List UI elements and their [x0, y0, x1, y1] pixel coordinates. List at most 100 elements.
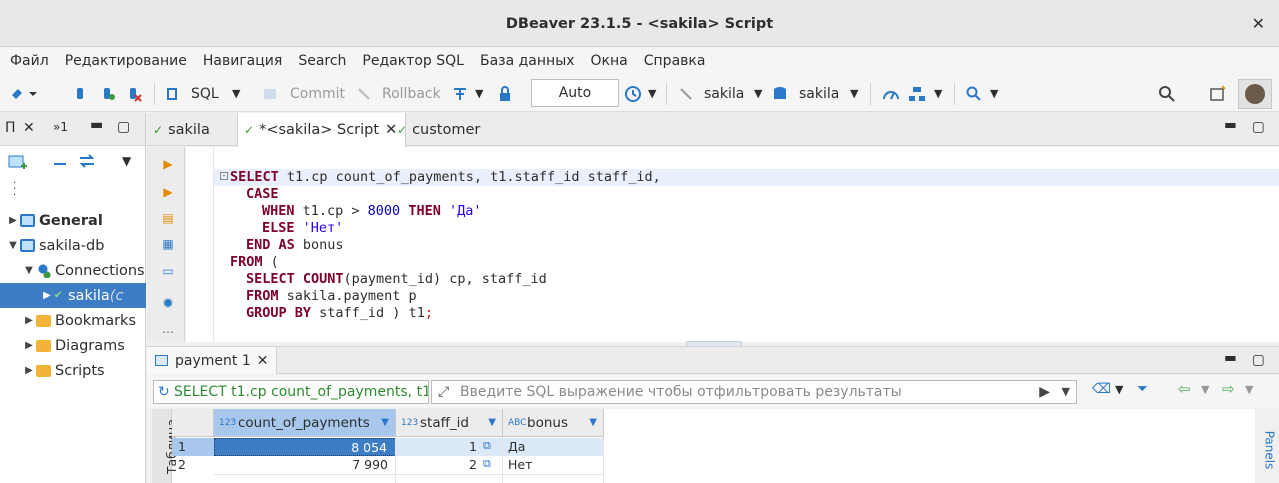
chevron-right-icon[interactable]: ▶: [22, 340, 36, 351]
explain-plan-icon[interactable]: ▦: [161, 237, 175, 251]
close-icon[interactable]: ✕: [23, 120, 35, 136]
transaction-mode-icon[interactable]: [452, 75, 468, 112]
search-icon[interactable]: [966, 75, 982, 112]
execute-statement-icon[interactable]: ▶: [161, 157, 175, 171]
minimize-icon[interactable]: ▬: [90, 117, 103, 133]
cell-bonus[interactable]: Да: [508, 438, 604, 456]
schema-selector[interactable]: sakila: [799, 75, 839, 112]
menu-sql-editor[interactable]: Редактор SQL: [354, 53, 472, 69]
open-perspective-icon[interactable]: [1209, 75, 1227, 112]
lock-icon[interactable]: [498, 75, 512, 112]
navigator-tab[interactable]: П: [5, 120, 16, 136]
chevron-down-icon[interactable]: ▼: [850, 75, 858, 112]
maximize-icon[interactable]: ▢: [1252, 119, 1265, 135]
sort-dropdown-icon[interactable]: ▼: [381, 409, 389, 437]
collapse-all-icon[interactable]: [52, 157, 68, 173]
grid-side-tab[interactable]: Таблица: [152, 409, 179, 483]
menu-navigate[interactable]: Навигация: [195, 53, 290, 69]
commit-button[interactable]: Commit: [290, 75, 345, 112]
chevron-down-icon[interactable]: ▼: [1245, 383, 1253, 396]
panels-label[interactable]: Panels: [1262, 431, 1276, 470]
tree-item-general[interactable]: ▶ General: [0, 208, 146, 233]
chevron-down-icon[interactable]: ▼: [1201, 383, 1209, 396]
grid-corner[interactable]: [172, 409, 214, 437]
transaction-mode-select[interactable]: Auto: [531, 79, 619, 107]
console-icon[interactable]: ▭: [161, 264, 175, 278]
connect-icon[interactable]: [72, 75, 88, 112]
sort-dropdown-icon[interactable]: ▼: [589, 409, 597, 437]
cell-count-of-payments[interactable]: 8 054: [214, 438, 396, 456]
sql-editor-icon[interactable]: [164, 75, 180, 112]
clear-filter-icon[interactable]: ⌫: [1092, 381, 1111, 397]
history-icon[interactable]: [624, 75, 642, 112]
close-icon[interactable]: ✕: [385, 122, 397, 138]
chevron-down-icon[interactable]: ▼: [22, 265, 36, 276]
cell-count-of-payments[interactable]: 7 990: [214, 456, 396, 474]
er-diagram-icon[interactable]: [908, 75, 926, 112]
tab-customer[interactable]: ✓ customer: [397, 113, 480, 146]
new-connection-icon[interactable]: [8, 153, 28, 175]
perspective-switcher[interactable]: [1238, 75, 1272, 112]
column-header-bonus[interactable]: ABC bonus ▼: [503, 409, 604, 437]
cell-bonus[interactable]: Нет: [508, 456, 604, 474]
next-icon[interactable]: ⇨: [1222, 380, 1235, 398]
reconnect-icon[interactable]: [100, 75, 116, 112]
chevron-right-icon[interactable]: ▶: [22, 315, 36, 326]
execute-script-icon[interactable]: ▤: [161, 211, 175, 225]
query-preview-field[interactable]: ↻ SELECT t1.cp count_of_payments, t1.sta…: [153, 380, 429, 404]
filter-icon[interactable]: ⏷: [1137, 381, 1148, 397]
apply-filter-icon[interactable]: ▶: [1039, 381, 1050, 403]
chevron-down-icon[interactable]: ▼: [1115, 383, 1123, 396]
chevron-down-icon[interactable]: ▼: [6, 240, 20, 251]
tree-item-sakila-db[interactable]: ▼ sakila-db: [0, 233, 146, 258]
expand-filter-icon[interactable]: ⤢: [438, 381, 449, 403]
chevron-down-icon[interactable]: ▼: [232, 75, 240, 112]
menu-search[interactable]: Search: [290, 53, 354, 69]
more-options-icon[interactable]: …: [161, 322, 175, 336]
navigator-more-tabs[interactable]: »1: [53, 120, 68, 134]
menu-file[interactable]: Файл: [2, 53, 57, 69]
refresh-icon[interactable]: ↻: [158, 381, 170, 403]
filter-input[interactable]: ⤢ Введите SQL выражение чтобы отфильтров…: [431, 380, 1077, 404]
link-icon[interactable]: ⧉: [483, 439, 491, 453]
tab-sakila[interactable]: ✓ sakila: [153, 113, 210, 146]
row-number[interactable]: 1: [172, 438, 214, 456]
disconnect-icon[interactable]: [126, 75, 142, 112]
tree-item-scripts[interactable]: ▶ Scripts: [0, 358, 146, 383]
chevron-right-icon[interactable]: ▶: [6, 215, 20, 226]
tree-item-diagrams[interactable]: ▶ Diagrams: [0, 333, 146, 358]
chevron-down-icon[interactable]: ▼: [475, 75, 483, 112]
link-icon[interactable]: ⧉: [483, 457, 491, 471]
tree-item-sakila-connection[interactable]: ▶ ✔ sakila (c: [0, 283, 146, 308]
new-connection-icon[interactable]: [10, 75, 38, 112]
chevron-down-icon[interactable]: ▼: [754, 75, 762, 112]
global-search-icon[interactable]: [1158, 75, 1176, 112]
chevron-right-icon[interactable]: ▶: [40, 290, 54, 301]
minimize-icon[interactable]: ▬: [1224, 117, 1237, 133]
row-number[interactable]: 2: [172, 456, 214, 474]
column-header-staff-id[interactable]: 123 staff_id ▼: [396, 409, 503, 437]
menu-edit[interactable]: Редактирование: [57, 53, 195, 69]
tree-item-connections[interactable]: ▼ Connections: [0, 258, 146, 283]
chevron-down-icon[interactable]: ▼: [648, 75, 656, 112]
previous-icon[interactable]: ⇦: [1178, 380, 1191, 398]
menu-help[interactable]: Справка: [636, 53, 714, 69]
dashboard-icon[interactable]: [882, 75, 900, 112]
tree-item-bookmarks[interactable]: ▶ Bookmarks: [0, 308, 146, 333]
rollback-button[interactable]: Rollback: [382, 75, 441, 112]
more-options-icon[interactable]: · · ·: [13, 179, 16, 201]
chevron-down-icon[interactable]: ▼: [1062, 381, 1070, 403]
chevron-down-icon[interactable]: ▼: [934, 75, 942, 112]
sort-dropdown-icon[interactable]: ▼: [488, 409, 496, 437]
panels-sidebar[interactable]: Panels: [1256, 409, 1279, 483]
menu-database[interactable]: База данных: [472, 53, 583, 69]
maximize-icon[interactable]: ▢: [117, 119, 130, 135]
chevron-down-icon[interactable]: ▼: [990, 75, 998, 112]
tab-sakila-script[interactable]: ✓ *<sakila> Script ✕: [237, 113, 407, 147]
close-window-button[interactable]: ✕: [1252, 0, 1265, 48]
chevron-right-icon[interactable]: ▶: [22, 365, 36, 376]
settings-icon[interactable]: ✹: [161, 297, 175, 311]
link-editor-icon[interactable]: [78, 153, 96, 173]
datasource-selector[interactable]: sakila: [704, 75, 744, 112]
tab-payment-1[interactable]: payment 1 ✕: [147, 347, 278, 374]
